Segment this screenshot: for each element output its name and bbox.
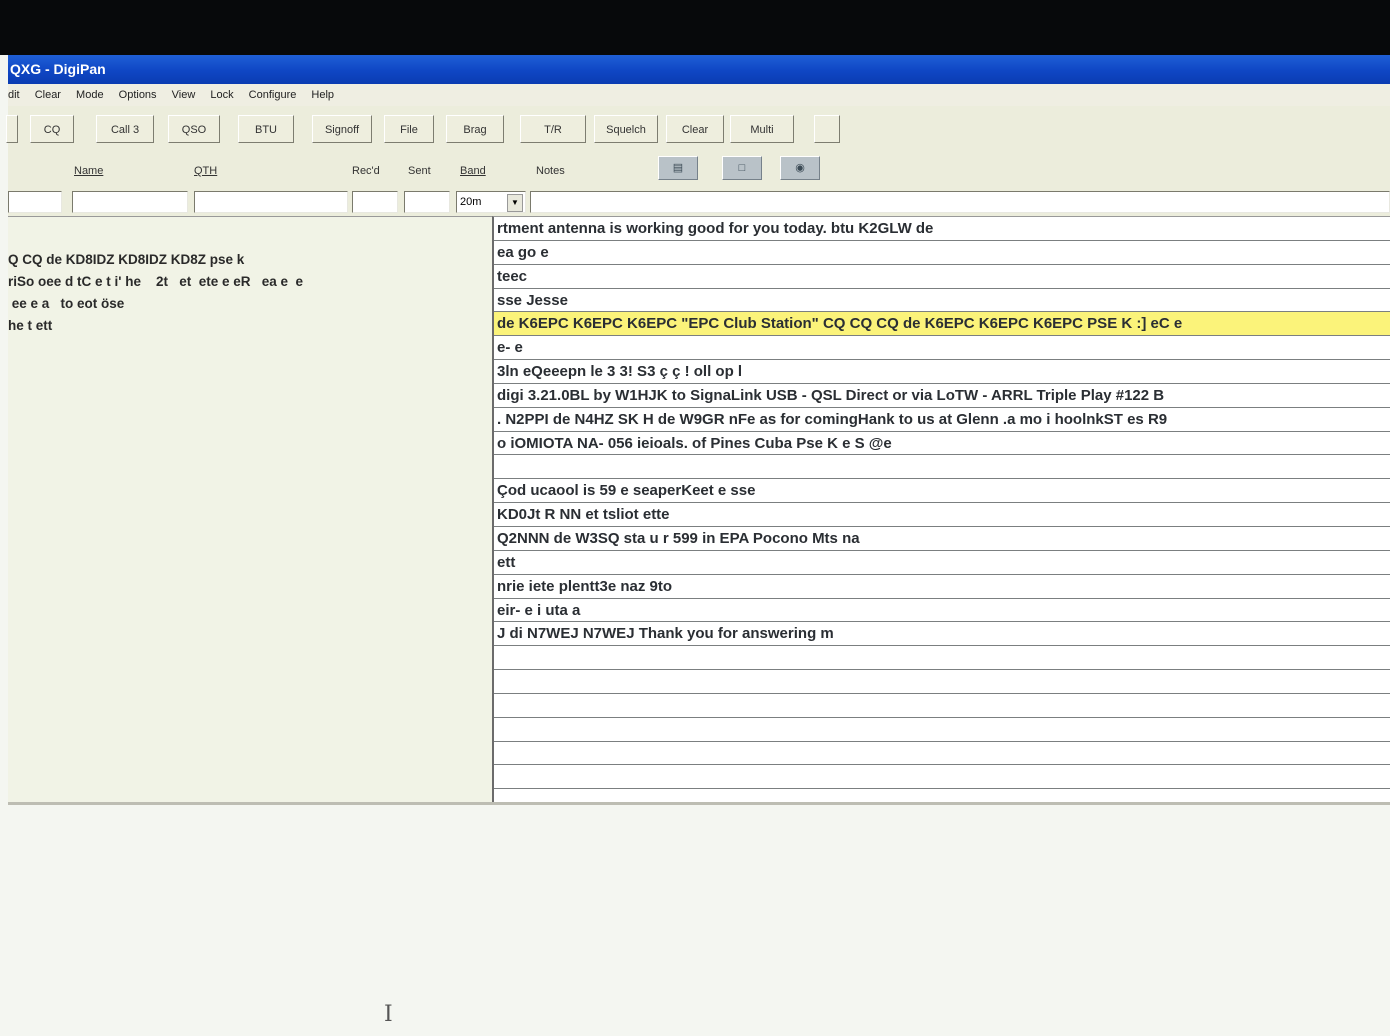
sent-label: Sent bbox=[408, 165, 431, 177]
menu-bar: dit Clear Mode Options View Lock Configu… bbox=[8, 84, 1390, 106]
sent-input[interactable] bbox=[404, 191, 450, 213]
menu-edit[interactable]: dit bbox=[8, 89, 20, 101]
receive-line: . N2PPI de N4HZ SK H de W9GR nFe as for … bbox=[494, 408, 1390, 432]
multi-button[interactable]: Multi bbox=[730, 115, 794, 143]
log-fields-bar: Name QTH Rec'd Sent Band Notes ▤ □ ◉ 20m… bbox=[8, 151, 1390, 216]
window-title: QXG - DigiPan bbox=[10, 61, 106, 77]
receive-pane[interactable]: rtment antenna is working good for you t… bbox=[492, 216, 1390, 803]
receive-line: e- e bbox=[494, 336, 1390, 361]
receive-line: teec bbox=[494, 265, 1390, 289]
tr-button[interactable]: T/R bbox=[520, 115, 586, 143]
call-input[interactable] bbox=[8, 191, 62, 213]
receive-line bbox=[494, 670, 1390, 694]
receive-line: de K6EPC K6EPC K6EPC "EPC Club Station" … bbox=[494, 312, 1390, 337]
qth-input[interactable] bbox=[194, 191, 348, 213]
cq-button[interactable]: CQ bbox=[30, 115, 74, 143]
receive-line bbox=[494, 718, 1390, 742]
receive-line: Q2NNN de W3SQ sta u r 599 in EPA Pocono … bbox=[494, 527, 1390, 551]
btu-button[interactable]: BTU bbox=[238, 115, 294, 143]
menu-lock[interactable]: Lock bbox=[210, 89, 233, 101]
receive-line: nrie iete plentt3e naz 9to bbox=[494, 575, 1390, 599]
receive-line: ett bbox=[494, 551, 1390, 575]
signoff-button[interactable]: Signoff bbox=[312, 115, 372, 143]
band-value: 20m bbox=[460, 196, 482, 208]
receive-line bbox=[494, 646, 1390, 671]
menu-options[interactable]: Options bbox=[119, 89, 157, 101]
receive-line: eir- e i uta a bbox=[494, 599, 1390, 623]
menu-clear[interactable]: Clear bbox=[35, 89, 61, 101]
recd-label: Rec'd bbox=[352, 165, 380, 177]
band-select[interactable]: 20m ▼ bbox=[456, 191, 526, 213]
receive-line: J di N7WEJ N7WEJ Thank you for answering… bbox=[494, 622, 1390, 647]
brag-button[interactable]: Brag bbox=[446, 115, 504, 143]
log-icon-button[interactable]: ▤ bbox=[658, 156, 698, 180]
notes-input[interactable] bbox=[530, 191, 1390, 213]
receive-line: o iOMIOTA NA- 056 ieioals. of Pines Cuba… bbox=[494, 432, 1390, 456]
toolbar-more-button[interactable] bbox=[814, 115, 840, 143]
qth-label: QTH bbox=[194, 165, 218, 177]
transmit-line: Q CQ de KD8IDZ KD8IDZ KD8Z pse k bbox=[8, 252, 245, 267]
receive-line bbox=[494, 765, 1390, 790]
menu-help[interactable]: Help bbox=[311, 89, 334, 101]
band-label: Band bbox=[460, 165, 486, 177]
name-label: Name bbox=[74, 165, 104, 177]
qso-button[interactable]: QSO bbox=[168, 115, 220, 143]
receive-line: 3ln eQeeepn le 3 3! S3 ç ç ! oll op l bbox=[494, 360, 1390, 384]
file-button[interactable]: File bbox=[384, 115, 434, 143]
squelch-button[interactable]: Squelch bbox=[594, 115, 658, 143]
transmit-line: ee e a to eot öse bbox=[8, 296, 125, 311]
toolbar-partial-button[interactable] bbox=[6, 115, 18, 143]
chevron-down-icon[interactable]: ▼ bbox=[507, 194, 523, 212]
transmit-line: he t ett bbox=[8, 318, 53, 333]
window-bottom-border bbox=[8, 802, 1390, 805]
macro-toolbar: CQ Call 3 QSO BTU Signoff File Brag T/R … bbox=[6, 106, 1390, 152]
receive-line: KD0Jt R NN et tsliot ette bbox=[494, 503, 1390, 527]
receive-line: ea go e bbox=[494, 241, 1390, 265]
lookup-icon-button[interactable]: ◉ bbox=[780, 156, 820, 180]
recd-input[interactable] bbox=[352, 191, 398, 213]
notes-label: Notes bbox=[536, 165, 565, 177]
menu-configure[interactable]: Configure bbox=[249, 89, 297, 101]
receive-line bbox=[494, 742, 1390, 766]
transmit-line: riSo oee d tC e t i' he 2t et ete e eR e… bbox=[8, 274, 304, 289]
name-input[interactable] bbox=[72, 191, 188, 213]
receive-line: Çod ucaool is 59 e seaperKeet e sse bbox=[494, 479, 1390, 504]
text-cursor-icon: I bbox=[384, 1002, 393, 1027]
menu-view[interactable]: View bbox=[172, 89, 196, 101]
receive-line bbox=[494, 455, 1390, 480]
receive-line bbox=[494, 694, 1390, 718]
clipboard-icon-button[interactable]: □ bbox=[722, 156, 762, 180]
window-titlebar[interactable]: QXG - DigiPan bbox=[8, 55, 1390, 84]
clear-button[interactable]: Clear bbox=[666, 115, 724, 143]
receive-line: digi 3.21.0BL by W1HJK to SignaLink USB … bbox=[494, 384, 1390, 408]
receive-line: sse Jesse bbox=[494, 289, 1390, 313]
menu-mode[interactable]: Mode bbox=[76, 89, 104, 101]
monitor-top-bezel bbox=[0, 0, 1390, 55]
transmit-pane[interactable]: Q CQ de KD8IDZ KD8IDZ KD8Z pse k riSo oe… bbox=[8, 216, 492, 803]
receive-line: rtment antenna is working good for you t… bbox=[494, 217, 1390, 241]
call3-button[interactable]: Call 3 bbox=[96, 115, 154, 143]
